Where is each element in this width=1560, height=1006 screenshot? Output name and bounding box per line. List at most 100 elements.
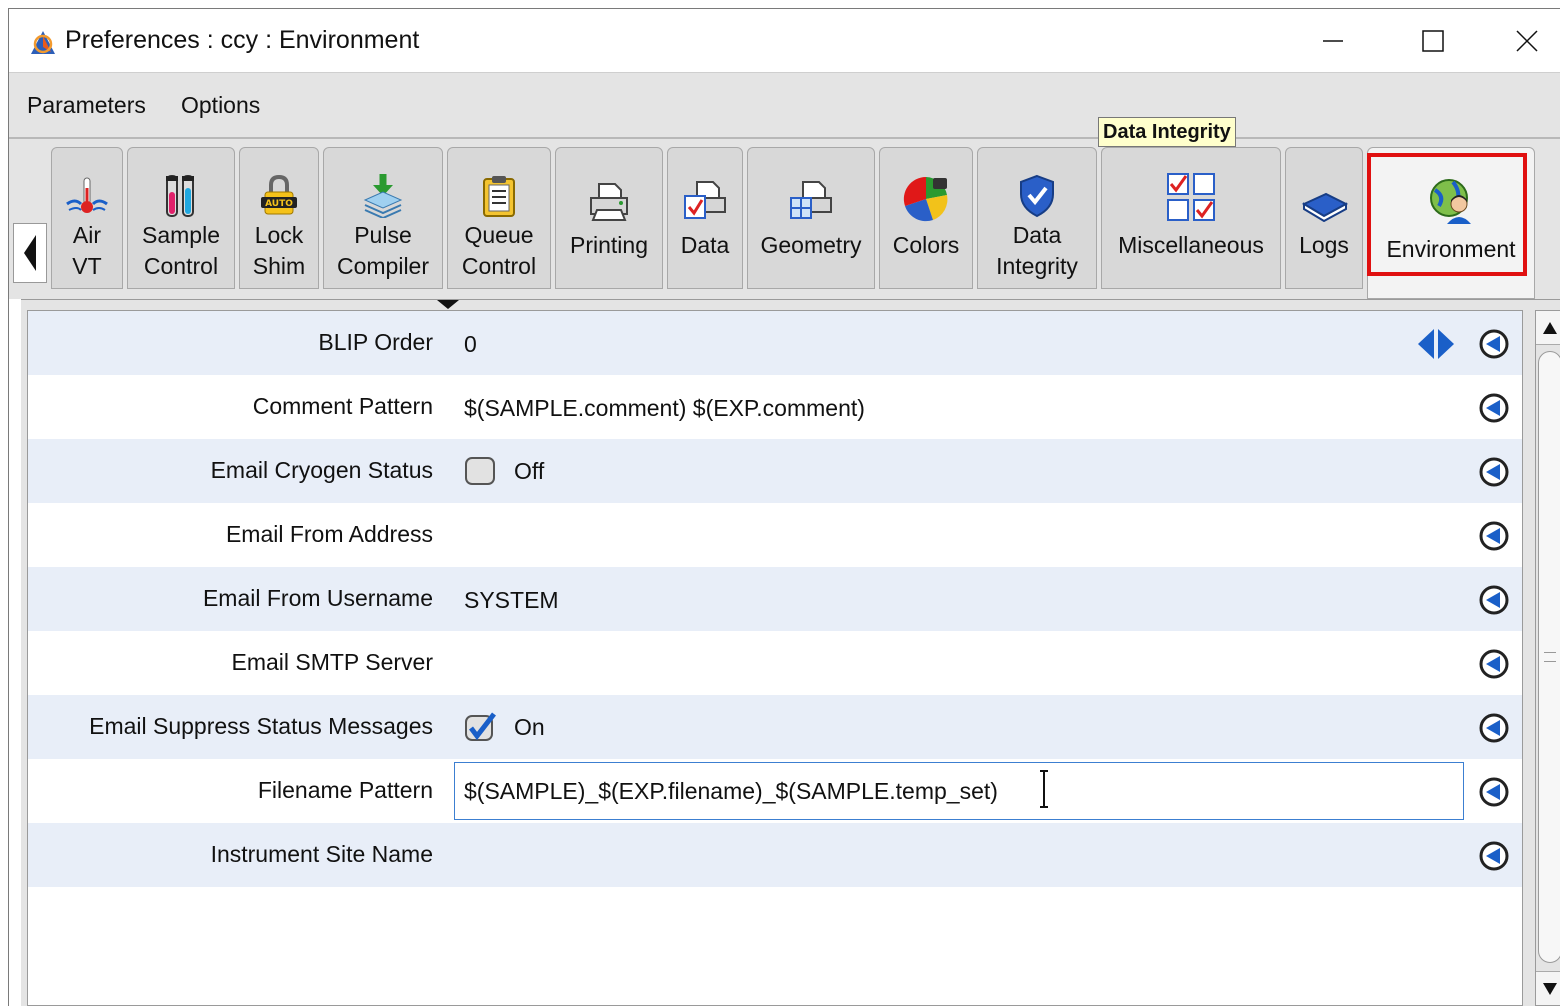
setting-label: Instrument Site Name [210,841,433,867]
checkbox-state-label: Off [514,457,545,484]
tab-label: Data [680,232,730,258]
shield-check-icon [1020,174,1054,218]
tab-air-vt[interactable]: Air VT [51,147,123,289]
printer-grid-icon [790,181,832,219]
scroll-up-button[interactable] [1536,311,1560,345]
reset-default-icon[interactable] [1478,776,1510,808]
title-bar: Preferences : ccy : Environment [9,9,1560,72]
tab-label: Lock Shim [252,222,306,279]
setting-label: Comment Pattern [252,393,433,419]
checkbox-state-label: On [514,713,545,740]
menu-options[interactable]: Options [181,92,260,119]
minimize-button[interactable] [1303,19,1363,63]
filename-pattern-input[interactable]: $(SAMPLE)_$(EXP.filename)_$(SAMPLE.temp_… [454,762,1464,820]
close-icon [1516,30,1538,52]
setting-label: Email Suppress Status Messages [89,713,433,739]
reset-default-icon[interactable] [1478,648,1510,680]
globe-user-icon [1430,179,1471,224]
arrow-left-icon [24,235,36,271]
setting-row-email-from-username: Email From Username SYSTEM [28,567,1522,631]
air-vt-icon [66,177,108,213]
book-icon [1301,192,1348,222]
input-value: $(SAMPLE)_$(EXP.filename)_$(SAMPLE.temp_… [464,777,998,804]
tab-label: Logs [1299,232,1349,258]
checkbox-checked-icon[interactable] [464,712,496,742]
scroll-down-button[interactable] [1536,971,1560,1005]
test-tubes-icon [166,175,194,217]
svg-text:AUTO: AUTO [265,199,293,209]
reset-default-icon[interactable] [1478,840,1510,872]
checkbox-grid-icon [1167,173,1215,221]
color-wheel-icon [903,176,948,222]
setting-row-email-suppress-status-messages: Email Suppress Status Messages On [28,695,1522,759]
scrollbar-thumb[interactable] [1538,351,1560,963]
tab-pulse-compiler[interactable]: Pulse Compiler [323,147,443,289]
setting-label: Email SMTP Server [231,649,433,675]
setting-label: Filename Pattern [257,777,433,803]
reset-default-icon[interactable] [1478,456,1510,488]
vertical-scrollbar[interactable] [1535,310,1560,1006]
maximize-button[interactable] [1403,19,1463,63]
setting-label: Email Cryogen Status [210,457,433,483]
tab-lock-shim[interactable]: AUTO Lock Shim [239,147,319,289]
tab-environment[interactable]: Environment [1367,147,1535,299]
email-suppress-status-checkbox[interactable]: On [464,712,545,742]
setting-value[interactable]: 0 [464,331,477,358]
tab-label: Printing [570,232,648,258]
scroll-tabs-left-button[interactable] [13,223,47,283]
clipboard-icon [483,176,515,217]
preferences-window: Preferences : ccy : Environment Paramete… [8,8,1560,1006]
reset-default-icon[interactable] [1478,520,1510,552]
tab-logs[interactable]: Logs [1285,147,1363,289]
setting-row-email-cryogen-status: Email Cryogen Status Off [28,439,1522,503]
tooltip-data-integrity: Data Integrity [1098,117,1236,147]
reset-default-icon[interactable] [1478,392,1510,424]
tab-queue-control[interactable]: Queue Control [447,147,551,289]
tab-miscellaneous[interactable]: Miscellaneous [1101,147,1281,289]
tab-label: Miscellaneous [1118,232,1264,258]
window-title: Preferences : ccy : Environment [65,26,420,54]
setting-row-instrument-site-name: Instrument Site Name [28,823,1522,887]
tab-data[interactable]: Data [667,147,743,289]
reset-default-icon[interactable] [1478,584,1510,616]
tab-sample-control[interactable]: Sample Control [127,147,235,289]
tab-label: Environment [1386,236,1516,262]
setting-row-comment-pattern: Comment Pattern $(SAMPLE.comment) $(EXP.… [28,375,1522,439]
scrollbar-grip [1544,652,1556,662]
reset-default-icon[interactable] [1478,712,1510,744]
tab-printing[interactable]: Printing [555,147,663,289]
tab-label: Pulse Compiler [336,222,430,279]
tab-label: Data Integrity [996,222,1078,279]
setting-label: Email From Address [225,521,433,547]
printer-check-icon [684,181,726,219]
email-cryogen-status-checkbox[interactable]: Off [464,456,544,486]
printer-icon [590,183,628,221]
tab-label: Geometry [760,232,862,258]
panel-notch-indicator [437,300,459,309]
maximize-icon [1422,30,1444,52]
tab-geometry[interactable]: Geometry [747,147,875,289]
checkbox-unchecked-icon[interactable] [464,456,496,486]
text-cursor-icon [1040,770,1048,808]
menu-parameters[interactable]: Parameters [27,92,146,119]
tab-label: Air VT [72,222,102,279]
minimize-icon [1323,40,1343,42]
setting-label: Email From Username [202,585,433,611]
tab-label: Queue Control [461,222,537,279]
tab-data-integrity[interactable]: Data Integrity [977,147,1097,289]
setting-value[interactable]: SYSTEM [464,587,559,614]
tab-colors[interactable]: Colors [879,147,973,289]
arrow-down-icon [1543,982,1557,995]
setting-row-blip-order: BLIP Order 0 [28,311,1522,375]
reset-default-icon[interactable] [1478,328,1510,360]
tab-label: Colors [892,232,960,258]
setting-row-email-smtp-server: Email SMTP Server [28,631,1522,695]
tab-label: Sample Control [142,222,220,279]
settings-panel: BLIP Order 0 Comment Pattern $(SAMPLE.co… [21,299,1560,1006]
setting-row-filename-pattern: Filename Pattern $(SAMPLE)_$(EXP.filenam… [28,759,1522,823]
setting-label: BLIP Order [318,329,433,355]
close-button[interactable] [1497,19,1557,63]
left-right-arrows-icon[interactable] [1414,327,1458,361]
setting-value[interactable]: $(SAMPLE.comment) $(EXP.comment) [464,395,865,422]
stack-download-icon [363,174,403,218]
